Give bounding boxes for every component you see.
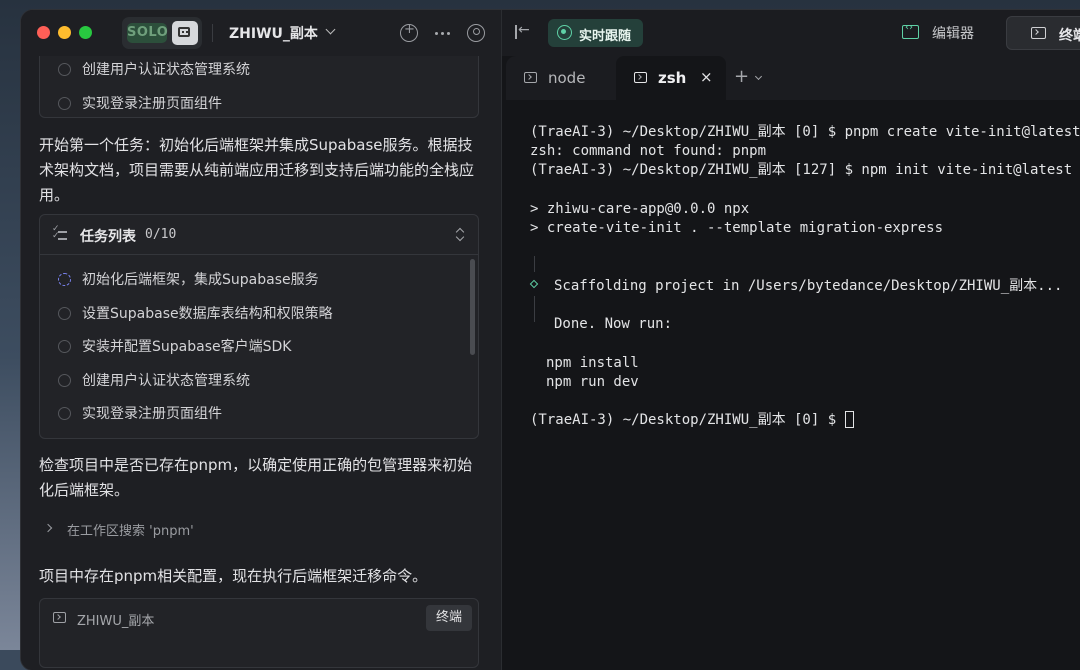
collapse-sidebar-icon[interactable] bbox=[515, 22, 531, 39]
terminal-icon bbox=[524, 72, 537, 83]
terminal-line: Scaffolding project in /Users/bytedance/… bbox=[554, 278, 1063, 294]
task-list-header[interactable]: 任务列表 0/10 bbox=[40, 215, 478, 255]
live-follow-button[interactable]: 实时跟随 bbox=[548, 19, 643, 47]
terminal-line: (TraeAI-3) ~/Desktop/ZHIWU_副本 [0] $ pnpm… bbox=[530, 124, 1080, 140]
divider bbox=[212, 24, 213, 42]
terminal-line: > zhiwu-care-app@0.0.0 npx bbox=[530, 201, 750, 217]
terminal-line: > create-vite-init . --template migratio… bbox=[530, 220, 944, 236]
task-label: 安装并配置Supabase客户端SDK bbox=[82, 339, 292, 355]
terminal-tabs: node zsh × + bbox=[506, 56, 1080, 100]
checklist-icon bbox=[52, 224, 67, 242]
more-icon[interactable] bbox=[433, 24, 451, 42]
chevron-right-icon[interactable] bbox=[43, 523, 53, 533]
terminal-icon bbox=[634, 72, 647, 83]
chevron-down-icon[interactable] bbox=[325, 24, 336, 35]
search-step-label: 在工作区搜索 'pnpm' bbox=[67, 524, 194, 539]
task-status-icon bbox=[58, 340, 71, 353]
close-tab-icon[interactable]: × bbox=[700, 68, 713, 86]
maximize-window-button[interactable] bbox=[79, 26, 92, 39]
task-label: 创建用户认证状态管理系统 bbox=[82, 62, 250, 78]
target-icon bbox=[557, 25, 572, 40]
app-window: 创建用户认证状态管理系统 实现登录注册页面组件 SOLO ZHIWU_副本 开始… bbox=[21, 10, 1080, 670]
chat-header: SOLO ZHIWU_副本 bbox=[21, 10, 501, 56]
ide-mode-icon[interactable] bbox=[172, 21, 198, 45]
editor-label: 编辑器 bbox=[932, 26, 974, 42]
close-window-button[interactable] bbox=[37, 26, 50, 39]
task-label: 创建用户认证状态管理系统 bbox=[82, 373, 250, 389]
guide-line bbox=[534, 256, 535, 272]
tab-node[interactable]: node bbox=[506, 56, 616, 100]
assistant-message: 检查项目中是否已存在pnpm，以确定使用正确的包管理器来初始化后端框架。 bbox=[39, 456, 473, 499]
terminal-card-header: ZHIWU_副本 终端 bbox=[40, 599, 478, 637]
task-label: 设置Supabase数据库表结构和权限策略 bbox=[82, 306, 333, 322]
task-status-icon bbox=[58, 407, 71, 420]
terminal-line: npm install bbox=[546, 355, 639, 371]
minimize-window-button[interactable] bbox=[58, 26, 71, 39]
solo-badge: SOLO bbox=[127, 23, 168, 43]
tab-zsh[interactable]: zsh × bbox=[616, 56, 726, 100]
tab-label: node bbox=[548, 69, 586, 87]
terminal-icon bbox=[1031, 27, 1046, 39]
project-title[interactable]: ZHIWU_副本 bbox=[229, 23, 318, 43]
solo-mode-toggle[interactable]: SOLO bbox=[122, 17, 202, 49]
task-status-icon bbox=[58, 374, 71, 387]
terminal-output[interactable]: (TraeAI-3) ~/Desktop/ZHIWU_副本 [0] $ pnpm… bbox=[502, 100, 1080, 670]
chevron-down-icon[interactable] bbox=[754, 72, 763, 81]
terminal-line: Done. Now run: bbox=[554, 316, 673, 332]
step-diamond-icon bbox=[529, 279, 539, 289]
task-label: 实现登录注册页面组件 bbox=[82, 406, 222, 422]
terminal-prompt: (TraeAI-3) ~/Desktop/ZHIWU_副本 [0] $ bbox=[530, 411, 854, 430]
task-list-count: 0/10 bbox=[145, 227, 177, 242]
terminal-cursor bbox=[844, 411, 854, 428]
terminal-line: npm run dev bbox=[546, 374, 639, 390]
task-status-icon bbox=[58, 307, 71, 320]
live-follow-label: 实时跟随 bbox=[579, 29, 632, 44]
guide-line bbox=[534, 296, 535, 322]
chat-panel: 创建用户认证状态管理系统 实现登录注册页面组件 SOLO ZHIWU_副本 开始… bbox=[21, 10, 502, 670]
assistant-message: 开始第一个任务：初始化后端框架并集成Supabase服务。根据技术架构文档，项目… bbox=[39, 136, 475, 204]
tab-label: zsh bbox=[658, 69, 687, 87]
expand-collapse-icon[interactable] bbox=[456, 227, 464, 243]
task-status-icon bbox=[58, 63, 71, 76]
new-chat-icon[interactable] bbox=[400, 22, 418, 42]
task-list-card: 任务列表 0/10 初始化后端框架，集成Supabase服务 设置Supabas… bbox=[39, 214, 479, 439]
terminal-icon bbox=[53, 612, 66, 623]
terminal-card-title: ZHIWU_副本 bbox=[77, 614, 155, 629]
panel-toolbar: 实时跟随 编辑器 终端 bbox=[502, 10, 1080, 56]
task-list-scrollbar[interactable] bbox=[470, 259, 475, 355]
terminal-tab-button[interactable]: 终端 bbox=[1006, 16, 1080, 50]
task-label: 实现登录注册页面组件 bbox=[82, 96, 222, 112]
terminal-panel: 实时跟随 编辑器 终端 node zsh × + bbox=[502, 10, 1080, 670]
terminal-line: zsh: command not found: pnpm bbox=[530, 143, 767, 159]
task-in-progress-icon bbox=[58, 273, 71, 286]
code-icon bbox=[902, 22, 919, 39]
task-status-icon bbox=[58, 97, 71, 110]
terminal-card: ZHIWU_副本 终端 bbox=[39, 598, 479, 668]
open-terminal-button[interactable]: 终端 bbox=[426, 605, 472, 631]
task-list-title: 任务列表 bbox=[80, 229, 136, 245]
user-icon[interactable] bbox=[467, 24, 485, 42]
assistant-message: 项目中存在pnpm相关配置，现在执行后端框架迁移命令。 bbox=[39, 567, 428, 585]
terminal-line: (TraeAI-3) ~/Desktop/ZHIWU_副本 [127] $ np… bbox=[530, 162, 1073, 178]
terminal-label: 终端 bbox=[1059, 28, 1080, 44]
add-terminal-icon[interactable]: + bbox=[734, 66, 749, 87]
task-label: 初始化后端框架，集成Supabase服务 bbox=[82, 272, 319, 288]
terminal-prompt-text: (TraeAI-3) ~/Desktop/ZHIWU_副本 [0] $ bbox=[530, 412, 845, 428]
